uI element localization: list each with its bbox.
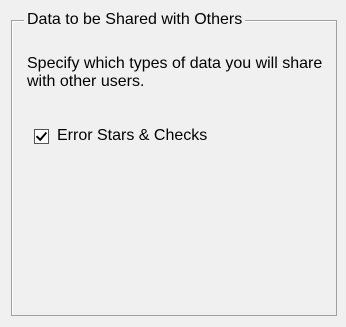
error-stars-checks-label: Error Stars & Checks [57,127,208,144]
groupbox-title: Data to be Shared with Others [24,10,246,30]
error-stars-checks-checkbox[interactable] [34,128,49,144]
groupbox-description: Specify which types of data you will sha… [27,55,323,90]
error-stars-checks-option[interactable]: Error Stars & Checks [34,127,207,145]
shared-data-panel: Data to be Shared with Others Specify wh… [0,0,346,327]
checkmark-icon [36,131,47,141]
